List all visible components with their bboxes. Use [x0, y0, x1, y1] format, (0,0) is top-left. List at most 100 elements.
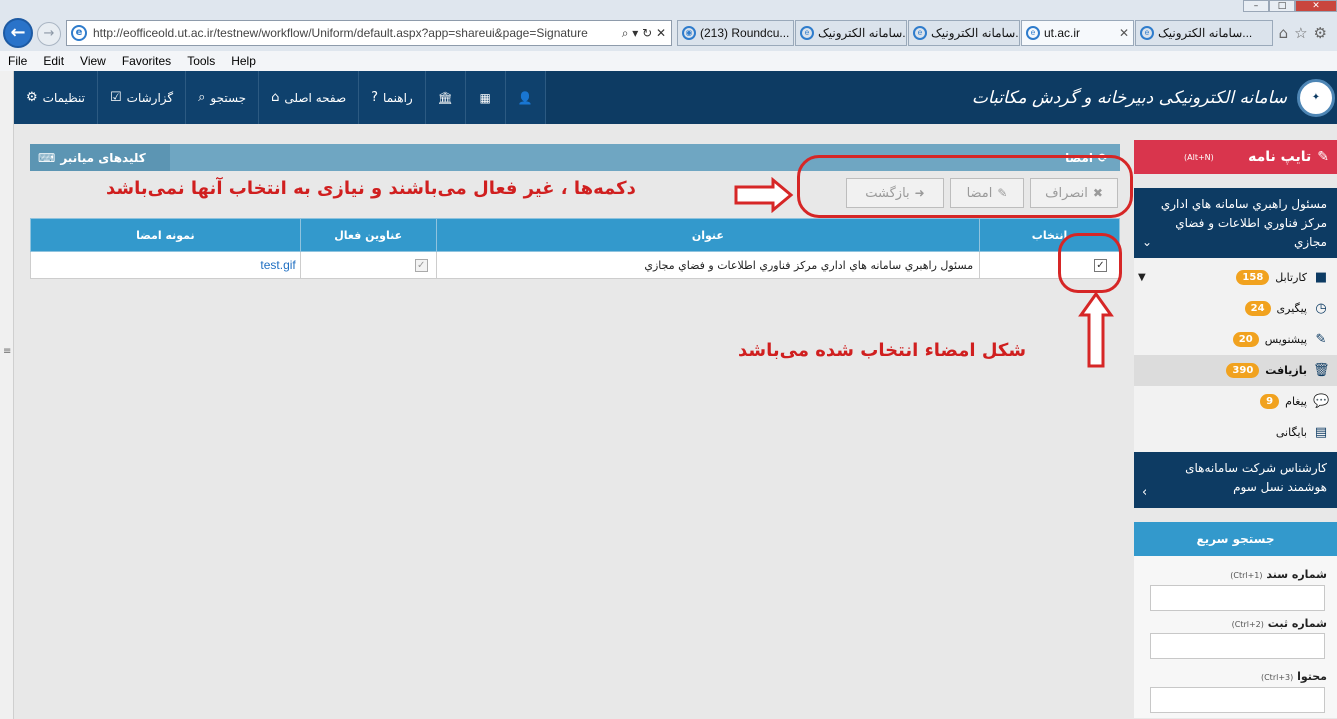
browser-tab-roundcube[interactable]: ◉ (213) Roundcu...: [677, 20, 794, 46]
close-window-icon[interactable]: ✕: [1295, 0, 1337, 12]
annotation-buttons-note: دکمه‌ها ، غیر فعال می‌باشند و نیازی به ا…: [106, 178, 636, 199]
active-checkbox: ✓: [414, 258, 428, 272]
annotation-right-arrow-icon: [734, 177, 794, 213]
user-role-panel[interactable]: کارشناس شرکت سامانه‌های هوشمند نسل سوم ‹: [1134, 452, 1337, 508]
doc-number-input[interactable]: [1150, 585, 1325, 611]
ie-tab-icon: e: [913, 26, 927, 40]
bank-building-icon: 🏛: [437, 90, 453, 105]
messages-badge: 9: [1260, 394, 1280, 409]
buttons-highlight: [797, 155, 1133, 218]
quick-search-panel: جستجو سریع (Ctrl+1) شماره سند (Ctrl+2) ش…: [1134, 522, 1337, 718]
close-tab-icon[interactable]: ✕: [1113, 26, 1129, 40]
ie-page-icon: e: [71, 25, 87, 41]
keyboard-icon: ⌨: [38, 150, 56, 165]
table-row: test.gif ✓ مسئول راهبري سامانه هاي اداري…: [30, 251, 1120, 279]
top-nav: ⚙ تنظیمات ☑ گزارشات ⌕ جستجو ⌂ صفحه اصلی …: [14, 71, 546, 124]
address-url[interactable]: http://eofficeold.ut.ac.ir/testnew/workf…: [93, 26, 617, 40]
chevron-left-icon[interactable]: ‹: [1142, 483, 1147, 502]
checkbox-highlight: [1058, 233, 1122, 293]
doc-number-label: (Ctrl+1) شماره سند: [1230, 568, 1327, 581]
minimize-icon[interactable]: –: [1243, 0, 1269, 12]
browser-menubar: File Edit View Favorites Tools Help: [0, 51, 1337, 71]
grip-icon[interactable]: ≡: [3, 346, 11, 357]
nav-dashboard[interactable]: ▦: [465, 71, 506, 124]
page-gutter: ≡: [0, 71, 14, 719]
menu-favorites[interactable]: Favorites: [122, 54, 171, 68]
compose-letter-button[interactable]: (Alt+N) تایپ نامه ✎: [1134, 140, 1337, 174]
menu-tools[interactable]: Tools: [187, 54, 215, 68]
cartable-badge: 158: [1236, 270, 1270, 285]
browser-tab-active[interactable]: e ut.ac.ir ✕: [1021, 20, 1134, 46]
drafts-badge: 20: [1232, 332, 1259, 347]
brand: سامانه الکترونیکی دبیرخانه و گردش مکاتبا…: [972, 71, 1337, 124]
sidebar-item-recycle[interactable]: 390 بازیافت 🗑: [1134, 355, 1337, 386]
roundcube-icon: ◉: [682, 26, 696, 40]
active-cell: ✓: [299, 251, 437, 279]
menu-view[interactable]: View: [80, 54, 106, 68]
address-bar[interactable]: e http://eofficeold.ut.ac.ir/testnew/wor…: [66, 20, 672, 46]
menu-file[interactable]: File: [8, 54, 27, 68]
app-header: ⚙ تنظیمات ☑ گزارشات ⌕ جستجو ⌂ صفحه اصلی …: [14, 71, 1337, 124]
chat-bubbles-icon: 💬: [1313, 394, 1330, 409]
reg-number-input[interactable]: [1150, 633, 1325, 659]
content-label: (Ctrl+3) محتوا: [1260, 670, 1327, 683]
sample-cell: test.gif: [30, 251, 301, 279]
brand-title: سامانه الکترونیکی دبیرخانه و گردش مکاتبا…: [971, 87, 1287, 108]
shortcuts-toggle[interactable]: ⌨ کلیدهای میانبر: [30, 144, 170, 171]
pencil-icon: ✎: [1315, 332, 1327, 347]
quick-search-title: جستجو سریع: [1134, 522, 1337, 556]
back-arrow-icon[interactable]: ←: [3, 18, 33, 48]
signature-table: نمونه امضا عناوین فعال عنوان انتخاب test…: [30, 218, 1120, 279]
content-input[interactable]: [1150, 687, 1325, 713]
search-icon: ⌕: [198, 90, 206, 105]
forward-arrow-icon[interactable]: →: [37, 22, 61, 46]
sidebar-item-archive[interactable]: بایگانی ▤: [1134, 417, 1337, 448]
menu-help[interactable]: Help: [231, 54, 256, 68]
annotation-selected-note: شکل امضاء انتخاب شده می‌باشد: [738, 340, 1027, 361]
home-icon: ⌂: [271, 90, 280, 105]
ie-tab-icon: e: [1140, 26, 1154, 40]
signature-sample-link[interactable]: test.gif: [260, 258, 295, 272]
user-position-panel[interactable]: مسئول راهبري سامانه هاي اداري مركز فناور…: [1134, 188, 1337, 258]
browser-tab-system-3[interactable]: e سامانه الکترونیک...: [1135, 20, 1273, 46]
menu-edit[interactable]: Edit: [43, 54, 64, 68]
grid-icon: ▦: [479, 90, 491, 105]
sidebar-item-cartable[interactable]: ▼ 158 کارتابل ■: [1134, 262, 1337, 293]
nav-settings[interactable]: ⚙ تنظیمات: [14, 71, 98, 124]
edit-icon: ✎: [1317, 149, 1329, 165]
browser-nav-row: ← → e http://eofficeold.ut.ac.ir/testnew…: [0, 16, 1337, 50]
gears-icon: ⚙: [26, 90, 38, 105]
clock-icon: ◷: [1315, 301, 1327, 316]
sidebar-item-messages[interactable]: 9 پیغام 💬: [1134, 386, 1337, 417]
address-search-refresh-icons[interactable]: ⌕ ▾ ↻ ✕: [617, 26, 671, 41]
sidebar-menu: ▼ 158 کارتابل ■ 24 پیگیری ◷ 20 پیشنویس ✎…: [1134, 258, 1337, 452]
university-logo-icon: ✦: [1297, 78, 1335, 117]
nav-profile[interactable]: 👤: [505, 71, 546, 124]
browser-tab-system-2[interactable]: e سامانه الکترونیک...: [908, 20, 1020, 46]
reg-number-label: (Ctrl+2) شماره ثبت: [1231, 617, 1327, 630]
recycle-badge: 390: [1226, 363, 1260, 378]
browser-tab-system-1[interactable]: e سامانه الکترونیک...: [795, 20, 907, 46]
question-icon: ?: [371, 90, 379, 105]
annotation-up-arrow-icon: [1078, 291, 1114, 368]
checkbox-report-icon: ☑: [109, 90, 122, 105]
nav-search[interactable]: ⌕ جستجو: [186, 71, 260, 124]
nav-help[interactable]: ? راهنما: [359, 71, 426, 124]
followup-badge: 24: [1244, 301, 1271, 316]
nav-institution[interactable]: 🏛: [425, 71, 466, 124]
sidebar-item-followup[interactable]: 24 پیگیری ◷: [1134, 293, 1337, 324]
trash-icon: 🗑: [1313, 363, 1330, 378]
maximize-icon[interactable]: □: [1269, 0, 1295, 12]
folder-icon: ■: [1314, 270, 1328, 285]
nav-home[interactable]: ⌂ صفحه اصلی: [259, 71, 360, 124]
user-icon: 👤: [517, 90, 533, 105]
sidebar-item-drafts[interactable]: 20 پیشنویس ✎: [1134, 324, 1337, 355]
window-controls: – □ ✕: [1243, 0, 1337, 12]
col-sample: نمونه امضا: [30, 218, 301, 252]
right-sidebar: (Alt+N) تایپ نامه ✎ مسئول راهبري سامانه …: [1134, 140, 1337, 718]
archive-box-icon: ▤: [1314, 425, 1328, 440]
nav-reports[interactable]: ☑ گزارشات: [97, 71, 187, 124]
home-favorites-tools-icons[interactable]: ⌂☆⚙: [1279, 24, 1333, 42]
filter-icon[interactable]: ▼: [1138, 272, 1146, 283]
chevron-down-icon[interactable]: ⌄: [1142, 233, 1152, 252]
